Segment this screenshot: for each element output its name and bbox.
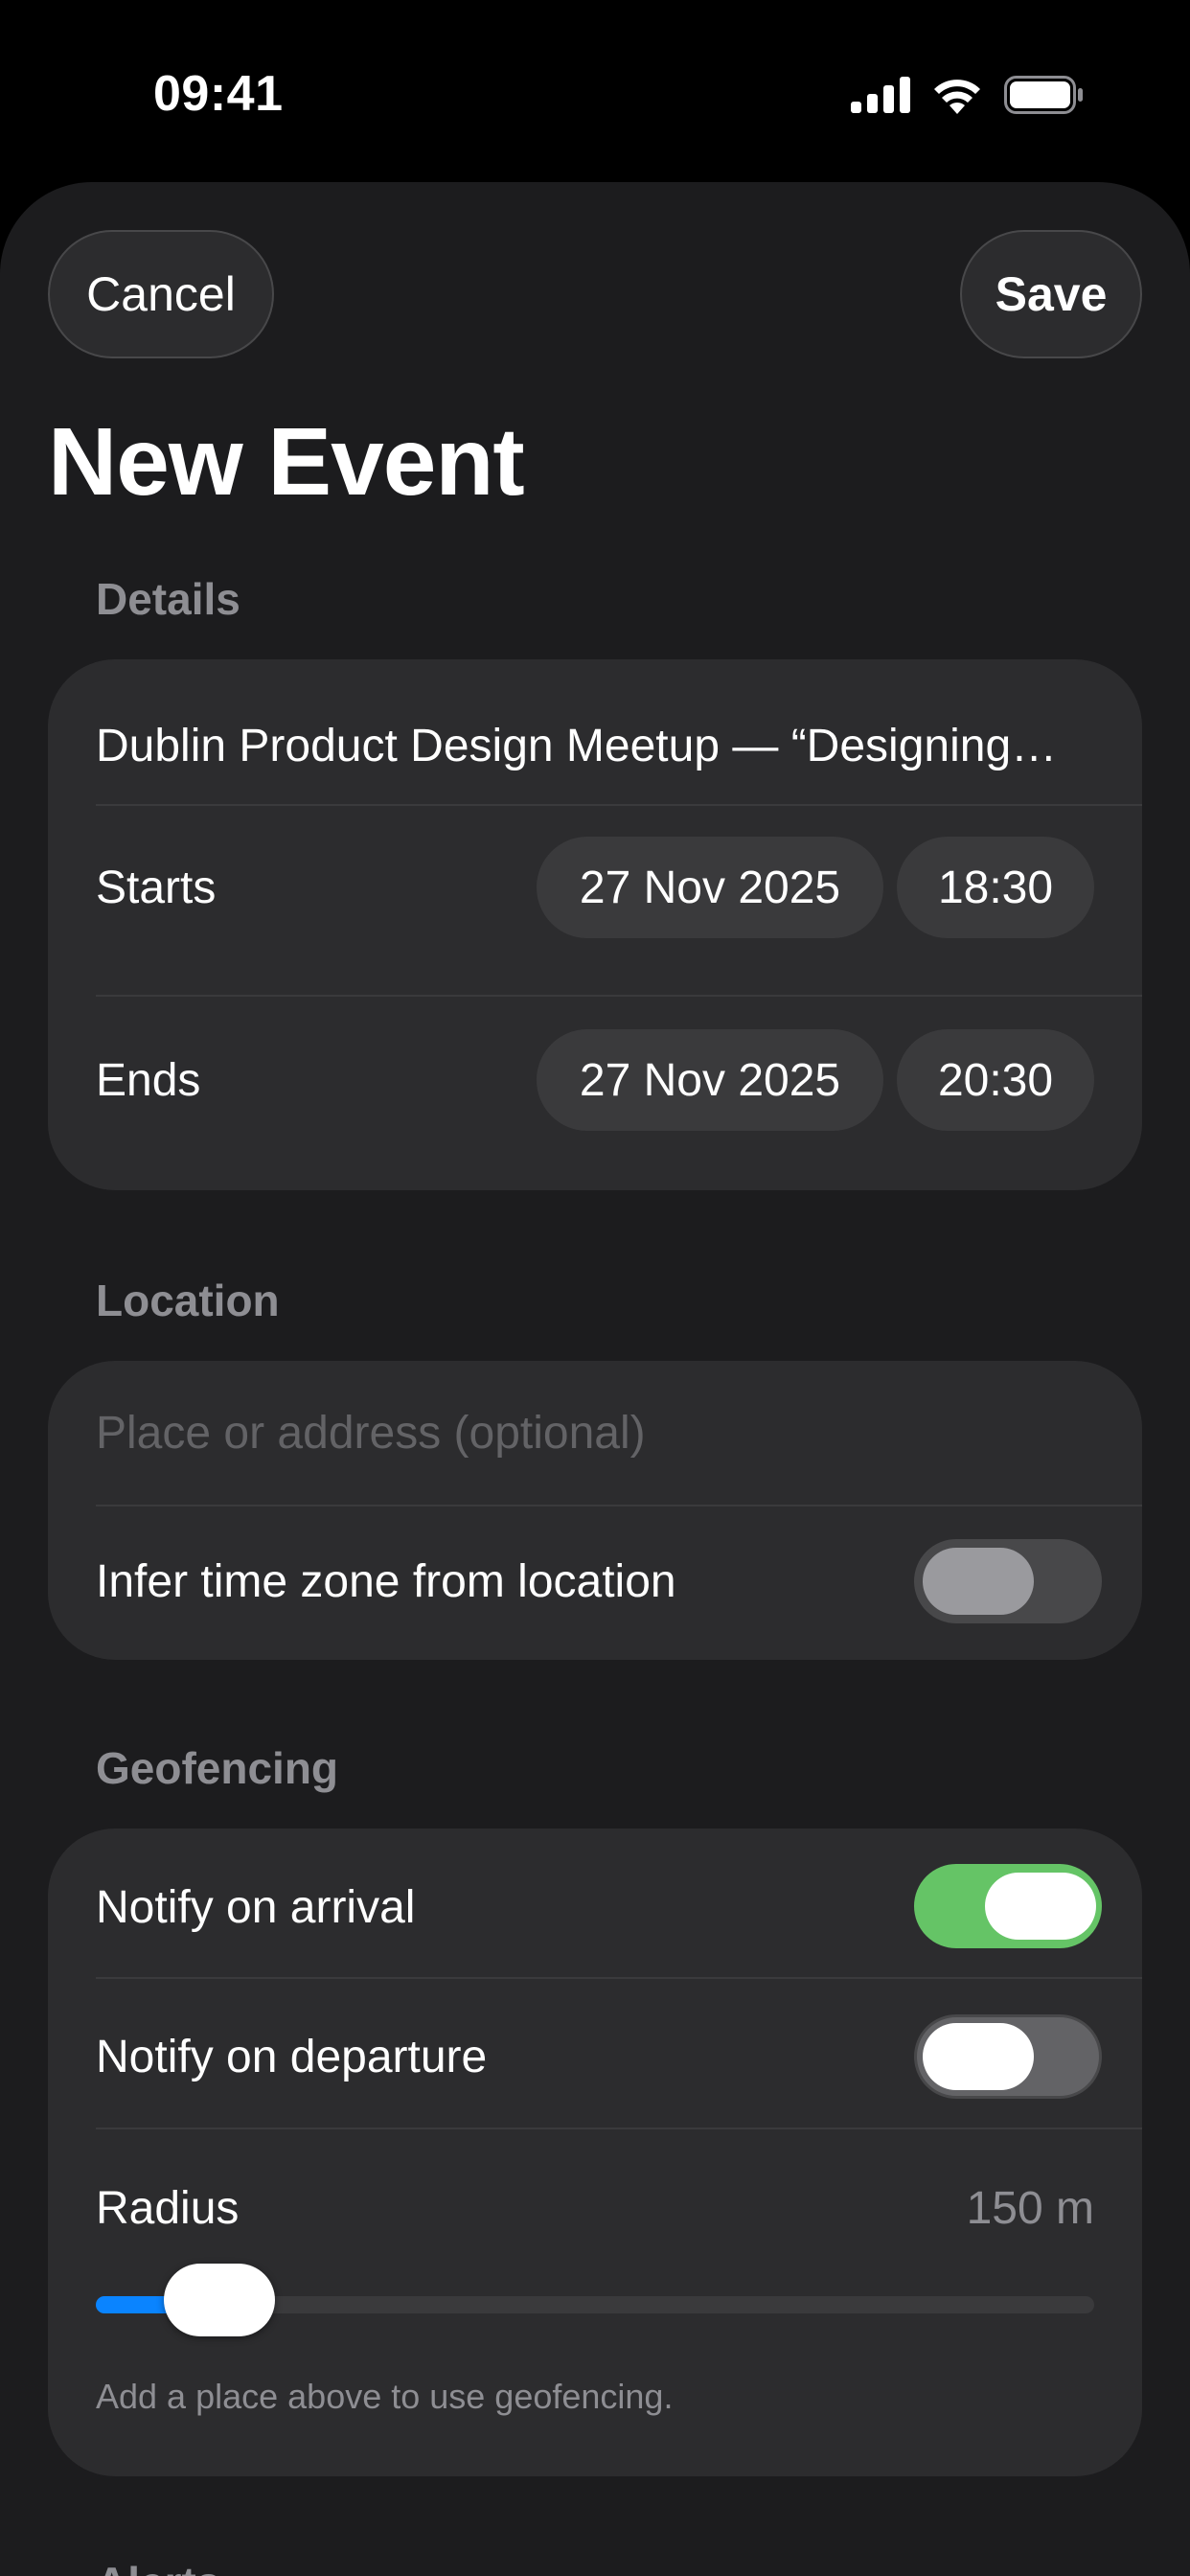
page-title: New Event	[48, 408, 525, 516]
radius-slider-thumb[interactable]	[164, 2264, 276, 2336]
location-card: Infer time zone from location	[48, 1361, 1142, 1660]
starts-date-pill[interactable]: 27 Nov 2025	[537, 837, 883, 938]
event-title-text: Dublin Product Design Meetup — “Designin…	[96, 720, 1058, 771]
radius-row: Radius 150 m	[96, 2160, 1094, 2256]
ends-time-pill[interactable]: 20:30	[897, 1029, 1094, 1131]
event-title-field[interactable]: Dublin Product Design Meetup — “Designin…	[96, 698, 1094, 794]
section-header-location: Location	[96, 1276, 280, 1325]
toggle-knob	[985, 1873, 1096, 1940]
divider	[96, 1977, 1142, 1979]
section-header-geofencing: Geofencing	[96, 1743, 339, 1793]
divider	[96, 995, 1142, 997]
cancel-button[interactable]: Cancel	[48, 230, 274, 358]
status-bar: 09:41	[0, 0, 1190, 182]
toggle-knob	[923, 1548, 1034, 1615]
cellular-signal-icon	[851, 77, 910, 113]
geofencing-card: Notify on arrival Notify on departure Ra…	[48, 1828, 1142, 2476]
notify-arrival-label: Notify on arrival	[96, 1881, 416, 1933]
starts-label: Starts	[96, 862, 217, 913]
section-header-alerts: Alerts	[96, 2557, 220, 2576]
wifi-icon	[934, 80, 980, 114]
divider	[96, 1505, 1142, 1506]
ends-label: Ends	[96, 1054, 201, 1106]
battery-icon	[1004, 76, 1083, 114]
infer-timezone-label: Infer time zone from location	[96, 1555, 676, 1607]
ends-date-pill[interactable]: 27 Nov 2025	[537, 1029, 883, 1131]
infer-timezone-toggle[interactable]	[914, 1539, 1102, 1623]
notify-departure-label: Notify on departure	[96, 2031, 488, 2082]
status-icons	[851, 73, 1085, 117]
status-time: 09:41	[153, 66, 284, 122]
radius-slider[interactable]	[96, 2264, 1094, 2336]
section-header-details: Details	[96, 574, 240, 624]
location-input[interactable]	[96, 1399, 1094, 1466]
notify-departure-toggle[interactable]	[914, 2014, 1102, 2099]
starts-time-pill[interactable]: 18:30	[897, 837, 1094, 938]
radius-label: Radius	[96, 2182, 240, 2234]
notify-arrival-toggle[interactable]	[914, 1864, 1102, 1948]
radius-value: 150 m	[966, 2182, 1094, 2234]
details-card: Dublin Product Design Meetup — “Designin…	[48, 659, 1142, 1190]
save-button[interactable]: Save	[960, 230, 1142, 358]
toggle-knob	[923, 2023, 1034, 2090]
divider	[96, 804, 1142, 806]
geofencing-hint: Add a place above to use geofencing.	[96, 2377, 674, 2416]
divider	[96, 2128, 1142, 2129]
new-event-sheet: Cancel Save New Event Details Dublin Pro…	[0, 182, 1190, 2576]
